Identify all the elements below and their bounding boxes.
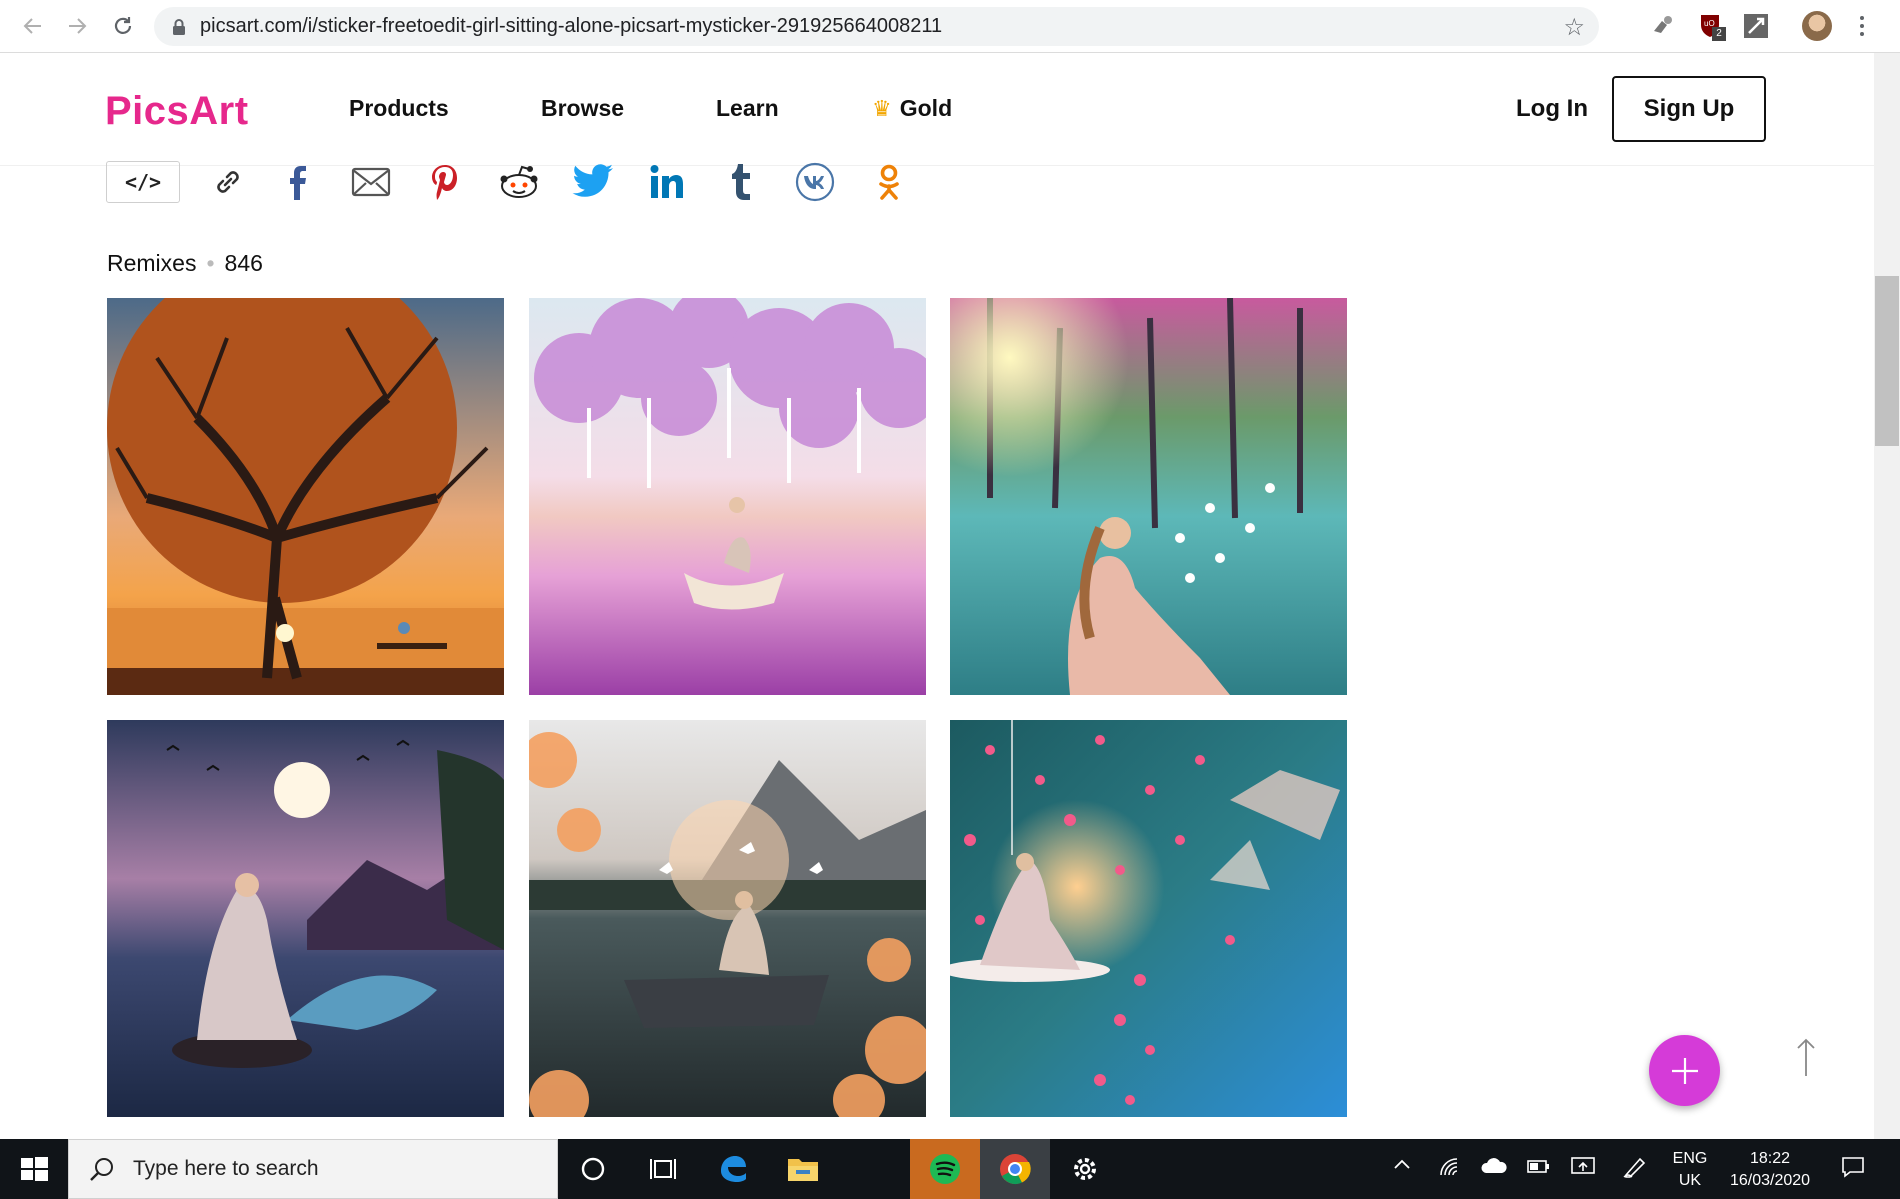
extension-icon[interactable] [1648, 11, 1678, 41]
plus-icon [1671, 1057, 1698, 1084]
site-header: PicsArt Products Browse Learn ♛ Gold Log … [0, 53, 1874, 166]
pen-ink-icon[interactable] [1622, 1155, 1648, 1184]
taskbar-search-box[interactable]: Type here to search [68, 1139, 558, 1199]
picsart-logo[interactable]: PicsArt [105, 89, 249, 134]
remixes-label: Remixes [107, 250, 197, 276]
notifications-icon[interactable] [1840, 1155, 1866, 1184]
scroll-to-top-icon[interactable] [1794, 1038, 1818, 1078]
language-code: ENG [1672, 1150, 1708, 1167]
edge-icon[interactable] [698, 1139, 768, 1199]
facebook-icon[interactable] [276, 161, 318, 203]
remix-tile-rose-petals[interactable] [950, 720, 1347, 1117]
ublock-extension-icon[interactable]: uO 2 [1696, 11, 1726, 41]
pinterest-icon[interactable] [424, 161, 466, 203]
scrollbar-thumb[interactable] [1875, 276, 1899, 446]
nav-browse[interactable]: Browse [541, 95, 624, 122]
clock-time: 18:22 [1749, 1150, 1791, 1167]
battery-icon[interactable] [1525, 1155, 1551, 1182]
embed-button[interactable]: </> [106, 161, 180, 203]
browser-toolbar: picsart.com/i/sticker-freetoedit-girl-si… [0, 0, 1900, 53]
nav-learn[interactable]: Learn [716, 95, 779, 122]
reload-icon[interactable] [106, 9, 140, 43]
task-view-icon[interactable] [628, 1139, 698, 1199]
cortana-icon[interactable] [558, 1139, 628, 1199]
language-indicator[interactable]: ENG UK [1670, 1148, 1710, 1192]
back-icon[interactable] [16, 9, 50, 43]
page-scrollbar[interactable] [1874, 53, 1900, 1139]
reddit-icon[interactable] [498, 161, 540, 203]
signup-button[interactable]: Sign Up [1612, 76, 1766, 142]
search-icon [90, 1158, 113, 1181]
crown-icon: ♛ [872, 96, 892, 121]
tools-extension-icon[interactable] [1741, 11, 1771, 41]
link-icon[interactable] [207, 161, 249, 203]
wifi-icon[interactable] [1437, 1155, 1461, 1184]
separator-dot: • [206, 250, 215, 276]
odnoklassniki-icon[interactable] [868, 161, 910, 203]
windows-taskbar: Type here to search ENG UK 18:22 16/03/2… [0, 1139, 1900, 1199]
create-plus-button[interactable] [1649, 1035, 1720, 1106]
display-projection-icon[interactable] [1570, 1155, 1596, 1182]
linkedin-icon[interactable] [646, 161, 688, 203]
url-text: picsart.com/i/sticker-freetoedit-girl-si… [200, 15, 943, 37]
chrome-icon[interactable] [980, 1139, 1050, 1199]
windows-start-icon[interactable] [18, 1153, 50, 1185]
clock-date: 16/03/2020 [1729, 1172, 1811, 1189]
profile-avatar[interactable] [1802, 11, 1832, 41]
remix-tile-mountain-boat[interactable] [529, 720, 926, 1117]
taskbar-search-placeholder: Type here to search [133, 1157, 319, 1180]
remix-tile-forest-lake[interactable] [950, 298, 1347, 695]
remix-tile-pink-trees[interactable] [529, 298, 926, 695]
vk-icon[interactable] [794, 161, 836, 203]
settings-gear-icon[interactable] [1050, 1139, 1120, 1199]
twitter-icon[interactable] [572, 161, 614, 203]
nav-products[interactable]: Products [349, 95, 449, 122]
file-explorer-icon[interactable] [768, 1139, 838, 1199]
bookmark-star-icon[interactable]: ☆ [1563, 13, 1585, 42]
login-link[interactable]: Log In [1516, 95, 1588, 123]
address-bar[interactable]: picsart.com/i/sticker-freetoedit-girl-si… [154, 7, 1599, 46]
remix-tile-tree-moon[interactable] [107, 298, 504, 695]
extension-badge: 2 [1712, 27, 1726, 41]
email-icon[interactable] [350, 161, 392, 203]
onedrive-cloud-icon[interactable] [1480, 1155, 1508, 1182]
taskbar-clock[interactable]: 18:22 16/03/2020 [1720, 1148, 1820, 1192]
nav-gold-label: Gold [899, 95, 953, 121]
tray-chevron-up-icon[interactable] [1392, 1155, 1412, 1180]
remix-tile-moon-sea[interactable] [107, 720, 504, 1117]
browser-menu-icon[interactable] [1856, 10, 1868, 42]
spotify-icon[interactable] [910, 1139, 980, 1199]
lock-icon [173, 18, 185, 35]
nav-gold[interactable]: ♛ Gold [872, 95, 952, 122]
tumblr-icon[interactable] [720, 161, 762, 203]
remixes-heading: Remixes • 846 [107, 250, 263, 277]
language-region: UK [1678, 1172, 1702, 1189]
remixes-count: 846 [224, 250, 263, 276]
forward-icon[interactable] [60, 9, 94, 43]
